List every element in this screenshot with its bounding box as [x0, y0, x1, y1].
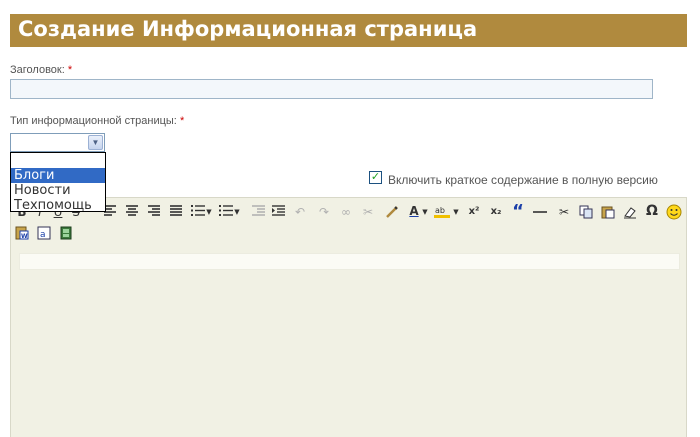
page-title: Создание Информационная страница — [18, 17, 478, 41]
outdent-icon[interactable] — [249, 203, 267, 221]
blockquote-icon[interactable]: “ — [509, 203, 527, 221]
required-marker: * — [67, 64, 73, 76]
paste-icon[interactable] — [599, 203, 617, 221]
title-input[interactable] — [10, 79, 653, 99]
chevron-down-icon[interactable]: ▼ — [452, 203, 460, 221]
teaser-checkbox-label[interactable]: Включить краткое содержание в полную вер… — [388, 173, 658, 187]
type-option-support[interactable]: Техпомощь — [11, 198, 105, 213]
align-justify-icon[interactable] — [167, 203, 185, 221]
link-icon[interactable]: ∞ — [337, 203, 355, 221]
cleanup-icon[interactable] — [383, 203, 401, 221]
cut-icon[interactable]: ✂ — [555, 203, 573, 221]
editor-content-area[interactable] — [19, 253, 680, 270]
title-label-text: Заголовок: — [10, 64, 65, 76]
title-field-label: Заголовок: * — [10, 64, 72, 76]
chevron-down-icon[interactable]: ▼ — [205, 203, 213, 221]
remove-format-icon[interactable] — [621, 203, 639, 221]
type-option-blogs[interactable]: Блоги — [11, 168, 105, 183]
svg-text:a: a — [40, 230, 46, 240]
paste-text-icon[interactable]: a — [35, 224, 53, 242]
type-dropdown-list: Блоги Новости Техпомощь — [10, 152, 106, 213]
media-icon[interactable] — [57, 224, 75, 242]
chevron-down-icon[interactable]: ▼ — [233, 203, 241, 221]
type-field-label: Тип информационной страницы: * — [10, 115, 184, 127]
redo-icon[interactable]: ↷ — [315, 203, 333, 221]
highlight-color-icon[interactable]: ab — [433, 203, 451, 221]
svg-text:ab: ab — [435, 206, 445, 215]
align-right-icon[interactable] — [145, 203, 163, 221]
horizontal-rule-icon[interactable] — [531, 203, 549, 221]
special-char-icon[interactable]: Ω — [643, 202, 661, 220]
rich-text-editor: B I U S ▼ ▼ ↶ ↷ ∞ ✂ A ▼ ab ▼ x² x₂ “ ✂ Ω… — [10, 197, 687, 437]
check-icon: ✓ — [370, 171, 381, 183]
indent-icon[interactable] — [269, 203, 287, 221]
type-option-news[interactable]: Новости — [11, 183, 105, 198]
copy-icon[interactable] — [577, 203, 595, 221]
paste-word-icon[interactable]: W — [13, 224, 31, 242]
chevron-down-icon[interactable]: ▼ — [88, 135, 103, 150]
align-center-icon[interactable] — [123, 203, 141, 221]
teaser-checkbox[interactable]: ✓ — [369, 171, 382, 184]
subscript-icon[interactable]: x₂ — [487, 203, 505, 221]
required-marker: * — [179, 115, 185, 127]
superscript-icon[interactable]: x² — [465, 203, 483, 221]
page-title-bar: Создание Информационная страница — [10, 14, 687, 47]
emoticon-icon[interactable] — [665, 202, 683, 220]
type-select[interactable]: ▼ — [10, 133, 105, 152]
type-label-text: Тип информационной страницы: — [10, 115, 177, 127]
chevron-down-icon[interactable]: ▼ — [421, 203, 429, 221]
svg-text:W: W — [21, 233, 28, 240]
unlink-icon[interactable]: ✂ — [359, 203, 377, 221]
undo-icon[interactable]: ↶ — [291, 203, 309, 221]
